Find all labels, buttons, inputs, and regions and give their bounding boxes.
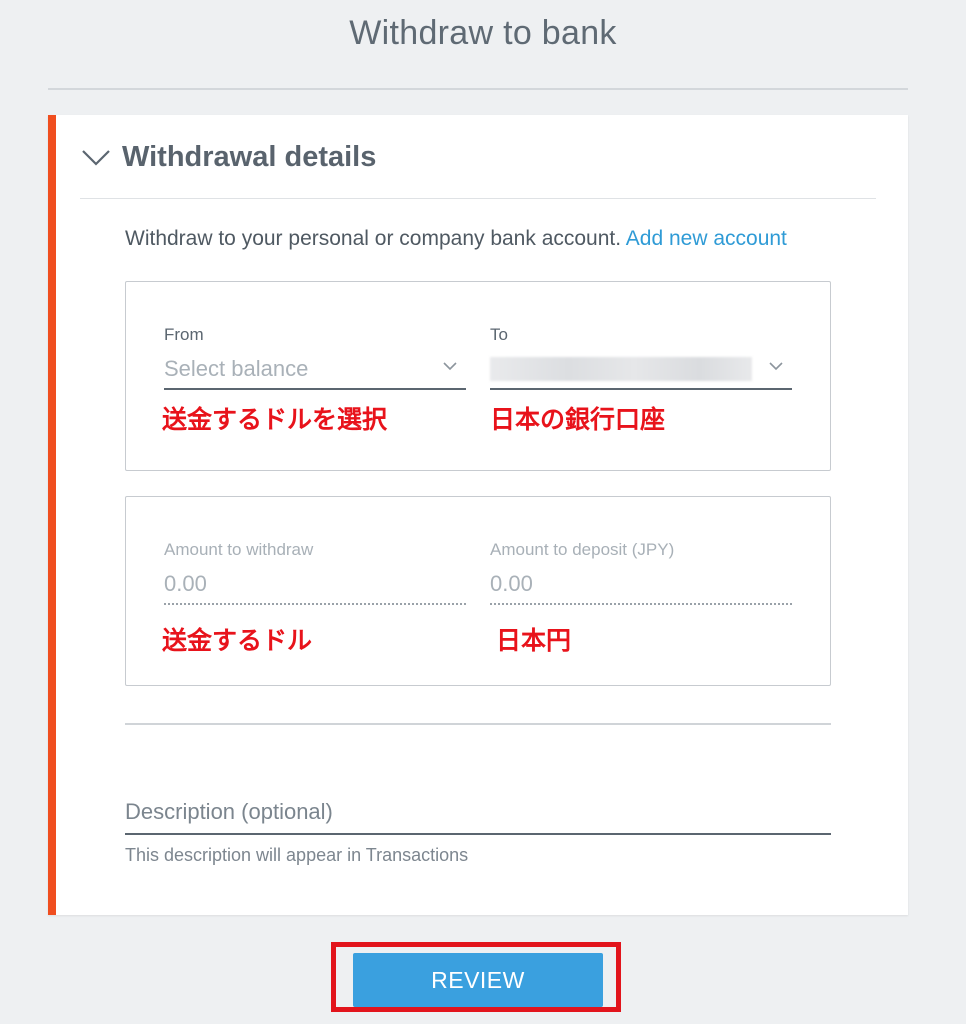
intro-text: Withdraw to your personal or company ban… bbox=[125, 227, 787, 251]
to-annotation: 日本の銀行口座 bbox=[490, 405, 666, 434]
page-title: Withdraw to bank bbox=[349, 14, 617, 52]
amount-deposit-label: Amount to deposit (JPY) bbox=[490, 540, 675, 559]
chevron-down-icon bbox=[82, 150, 110, 166]
from-select[interactable]: Select balance bbox=[164, 354, 466, 390]
from-placeholder: Select balance bbox=[164, 356, 309, 381]
withdraw-annotation: 送金するドル bbox=[162, 626, 313, 655]
amount-withdraw-value: 0.00 bbox=[164, 571, 207, 596]
chevron-down-icon bbox=[443, 362, 457, 371]
amount-deposit-value: 0.00 bbox=[490, 571, 533, 596]
redacted-account bbox=[490, 357, 752, 381]
amount-deposit-field: Amount to deposit (JPY) 0.00 bbox=[490, 539, 792, 605]
title-divider bbox=[48, 88, 908, 90]
description-input[interactable]: Description (optional) bbox=[125, 795, 831, 835]
from-annotation: 送金するドルを選択 bbox=[162, 405, 388, 434]
amount-deposit-input[interactable]: 0.00 bbox=[490, 569, 792, 605]
amount-withdraw-label: Amount to withdraw bbox=[164, 540, 314, 559]
description-field: Description (optional) This description … bbox=[125, 795, 831, 866]
section-divider bbox=[125, 723, 831, 725]
section-title: Withdrawal details bbox=[122, 140, 377, 173]
description-help-text: This description will appear in Transact… bbox=[125, 845, 469, 865]
to-field: To bbox=[490, 324, 792, 390]
to-label: To bbox=[490, 325, 508, 344]
header-divider bbox=[80, 198, 876, 199]
card-accent-bar bbox=[48, 115, 56, 915]
withdrawal-details-toggle[interactable]: Withdrawal details bbox=[80, 137, 376, 177]
withdrawal-card: Withdrawal details Withdraw to your pers… bbox=[48, 115, 908, 915]
intro-sentence: Withdraw to your personal or company ban… bbox=[125, 227, 622, 250]
account-selection-box: From Select balance To 送金するドルを選択 日本の銀行口座 bbox=[125, 281, 831, 471]
chevron-down-icon bbox=[769, 362, 783, 371]
amount-withdraw-field: Amount to withdraw 0.00 bbox=[164, 539, 466, 605]
amount-box: Amount to withdraw 0.00 Amount to deposi… bbox=[125, 496, 831, 686]
from-label: From bbox=[164, 325, 204, 344]
to-select[interactable] bbox=[490, 354, 792, 390]
add-new-account-link[interactable]: Add new account bbox=[626, 227, 787, 250]
from-field: From Select balance bbox=[164, 324, 466, 390]
amount-withdraw-input[interactable]: 0.00 bbox=[164, 569, 466, 605]
review-button[interactable]: REVIEW bbox=[353, 953, 603, 1007]
deposit-annotation: 日本円 bbox=[496, 626, 572, 655]
